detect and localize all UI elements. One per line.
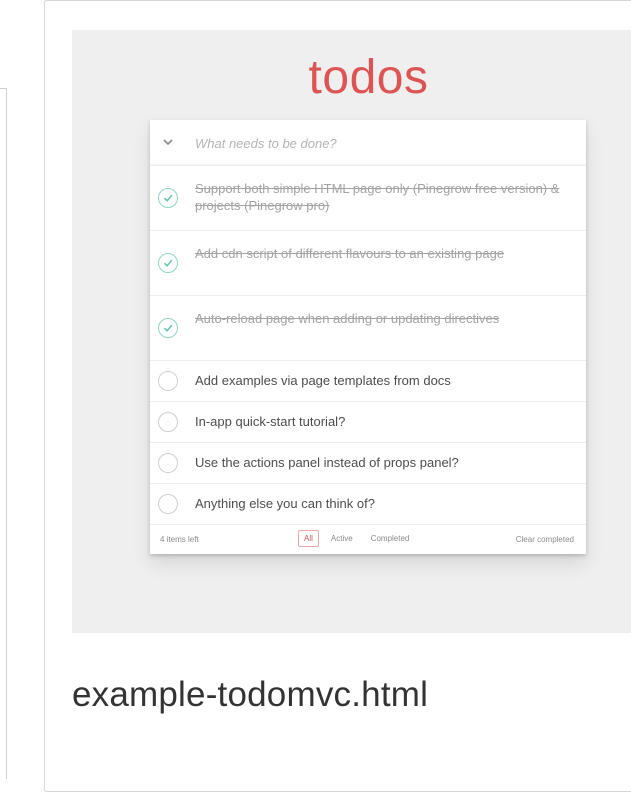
todo-toggle-checkbox[interactable] — [158, 318, 178, 338]
todo-toggle-checkbox[interactable] — [158, 253, 178, 273]
todo-toggle-checkbox[interactable] — [158, 371, 178, 391]
filter-active[interactable]: Active — [325, 530, 359, 547]
todo-label: Add cdn script of different flavours to … — [195, 246, 505, 261]
todo-item[interactable]: Support both simple HTML page only (Pine… — [150, 166, 586, 231]
filter-completed[interactable]: Completed — [365, 530, 416, 547]
todo-label: Support both simple HTML page only (Pine… — [195, 181, 560, 213]
clear-completed-button[interactable]: Clear completed — [516, 535, 574, 544]
todo-label: In-app quick-start tutorial? — [195, 414, 346, 429]
todo-label: Add examples via page templates from doc… — [195, 373, 451, 388]
todo-item[interactable]: In-app quick-start tutorial? — [150, 402, 586, 443]
todo-footer: 4 items left All Active Completed Clear … — [150, 525, 586, 554]
new-todo-row — [150, 120, 586, 166]
todo-toggle-checkbox[interactable] — [158, 453, 178, 473]
todo-label: Use the actions panel instead of props p… — [195, 455, 459, 470]
todo-item[interactable]: Add examples via page templates from doc… — [150, 361, 586, 402]
checkmark-icon — [163, 259, 173, 267]
file-name-label[interactable]: example-todomvc.html — [72, 675, 428, 715]
filter-all[interactable]: All — [298, 530, 319, 547]
app-title: todos — [308, 51, 429, 104]
items-left-count: 4 items left — [160, 535, 199, 544]
adjacent-file-card[interactable] — [0, 88, 7, 779]
todo-toggle-checkbox[interactable] — [158, 494, 178, 514]
chevron-down-icon[interactable] — [158, 132, 178, 152]
todo-label: Anything else you can think of? — [195, 496, 375, 511]
todo-item[interactable]: Anything else you can think of? — [150, 484, 586, 525]
checkmark-icon — [163, 324, 173, 332]
todo-item[interactable]: Add cdn script of different flavours to … — [150, 231, 586, 296]
checkmark-icon — [163, 194, 173, 202]
todo-item[interactable]: Auto-reload page when adding or updating… — [150, 296, 586, 361]
filter-list: All Active Completed — [298, 530, 415, 547]
todo-item[interactable]: Use the actions panel instead of props p… — [150, 443, 586, 484]
todo-app: Support both simple HTML page only (Pine… — [150, 120, 586, 554]
new-todo-input[interactable] — [195, 131, 575, 155]
todo-label: Auto-reload page when adding or updating… — [195, 311, 500, 326]
todo-toggle-checkbox[interactable] — [158, 412, 178, 432]
todo-toggle-checkbox[interactable] — [158, 188, 178, 208]
